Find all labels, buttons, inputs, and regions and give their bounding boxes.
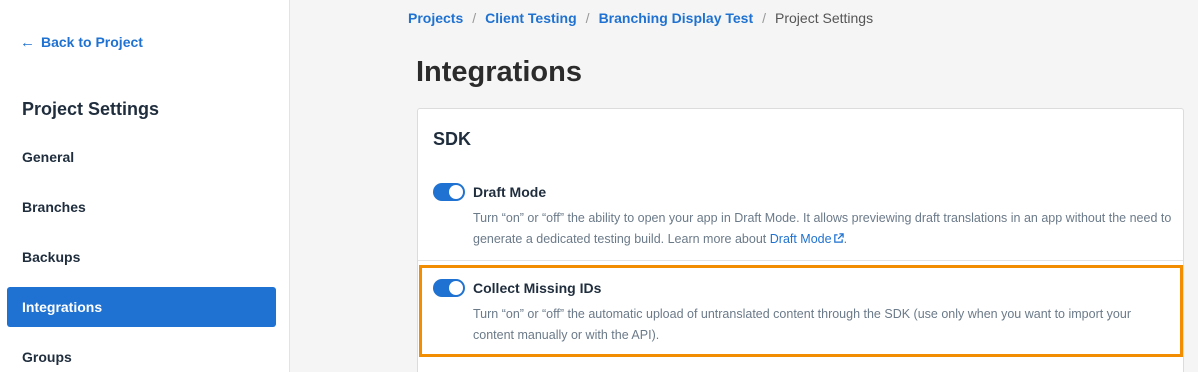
sidebar-item-groups[interactable]: Groups — [7, 337, 276, 372]
draft-mode-description: Turn “on” or “off” the ability to open y… — [473, 208, 1173, 250]
collect-missing-ids-title: Collect Missing IDs — [473, 280, 602, 296]
sidebar-item-label: Integrations — [22, 299, 103, 315]
toggle-knob — [449, 281, 463, 295]
draft-mode-learn-more-link[interactable]: Draft Mode — [770, 232, 844, 246]
page-title: Integrations — [416, 56, 582, 88]
draft-mode-title: Draft Mode — [473, 184, 547, 200]
breadcrumb-projects[interactable]: Projects — [408, 10, 463, 26]
breadcrumb-separator: / — [472, 10, 477, 26]
divider — [418, 260, 1183, 261]
sidebar-heading: Project Settings — [22, 99, 160, 119]
draft-mode-desc-end: . — [843, 232, 848, 246]
breadcrumb-separator: / — [585, 10, 590, 26]
external-link-icon — [833, 233, 844, 243]
breadcrumb-branching-display-test[interactable]: Branching Display Test — [599, 10, 754, 26]
sidebar-item-branches[interactable]: Branches — [7, 187, 276, 227]
back-to-project-label: Back to Project — [41, 34, 143, 50]
card-title: SDK — [433, 129, 472, 149]
collect-missing-ids-toggle[interactable] — [433, 279, 465, 297]
sidebar-item-label: Branches — [22, 199, 86, 215]
sidebar-item-label: Groups — [22, 349, 72, 365]
sidebar: ← Back to Project Project Settings Gener… — [0, 0, 290, 372]
draft-mode-toggle[interactable] — [433, 183, 465, 201]
breadcrumb: Projects / Client Testing / Branching Di… — [408, 10, 873, 26]
breadcrumb-client-testing[interactable]: Client Testing — [485, 10, 577, 26]
draft-mode-link-label: Draft Mode — [769, 232, 832, 246]
sidebar-item-label: Backups — [22, 249, 81, 265]
collect-missing-ids-description: Turn “on” or “off” the automatic upload … — [473, 307, 1132, 342]
sdk-card: SDK Draft Mode Turn “on” or “off” the ab… — [417, 108, 1184, 372]
back-to-project-link[interactable]: ← Back to Project — [20, 34, 143, 50]
breadcrumb-current: Project Settings — [775, 10, 874, 26]
arrow-left-icon: ← — [20, 33, 35, 51]
sidebar-item-general[interactable]: General — [7, 137, 276, 177]
sidebar-item-integrations[interactable]: Integrations — [7, 287, 276, 327]
sidebar-item-backups[interactable]: Backups — [7, 237, 276, 277]
sidebar-item-label: General — [22, 149, 75, 165]
breadcrumb-separator: / — [762, 10, 767, 26]
toggle-knob — [449, 185, 463, 199]
